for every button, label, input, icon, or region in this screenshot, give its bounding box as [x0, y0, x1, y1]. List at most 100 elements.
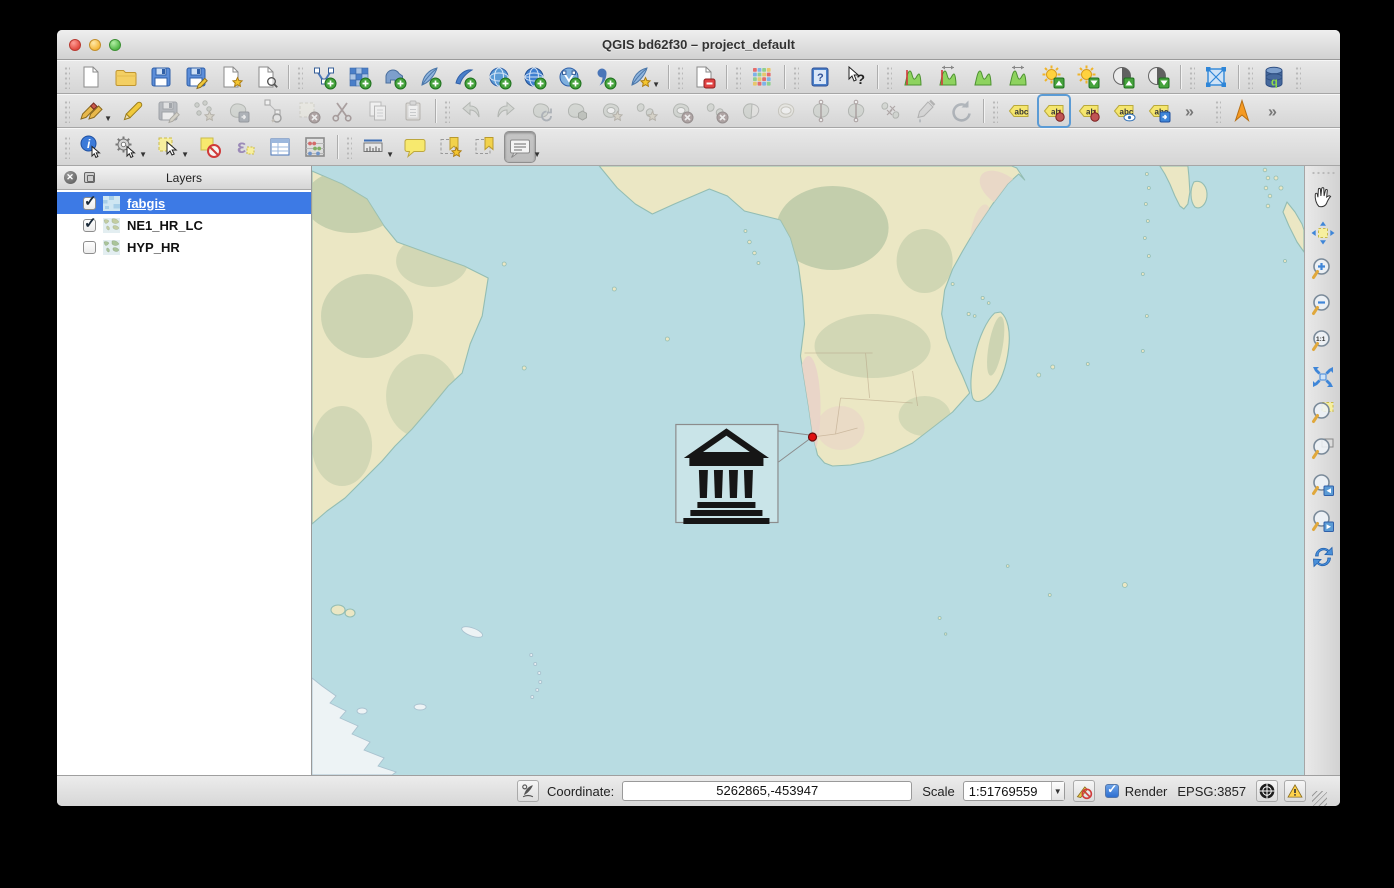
add-vector-layer-button[interactable] [309, 62, 339, 92]
db-manager-button[interactable]: q [1259, 62, 1289, 92]
label-tool-button[interactable]: abc [1004, 96, 1034, 126]
toolbar-drag-handle[interactable] [1247, 65, 1253, 89]
layer-visibility-checkbox[interactable]: ✓ [83, 219, 96, 232]
zoom-to-selection-button[interactable] [1308, 398, 1338, 428]
rotate-point-symbols-button[interactable] [946, 96, 976, 126]
toolbar-drag-handle[interactable] [444, 99, 450, 123]
pan-map-button[interactable] [1308, 182, 1338, 212]
remove-layer-button[interactable] [689, 62, 719, 92]
toolbar-drag-handle[interactable] [297, 65, 303, 89]
toolbar-drag-handle[interactable] [64, 65, 70, 89]
toolbar-drag-handle[interactable] [793, 65, 799, 89]
dropdown-arrow-icon[interactable]: ▼ [181, 151, 189, 159]
coordinate-capture-toggle-button[interactable] [517, 780, 539, 802]
decrease-brightness-button[interactable] [1073, 62, 1103, 92]
delete-part-button[interactable] [701, 96, 731, 126]
select-by-expression-button[interactable]: ε [230, 132, 260, 162]
dropdown-arrow-icon[interactable]: ▼ [139, 151, 147, 159]
zoom-native-button[interactable]: 1:1 [1308, 326, 1338, 356]
whats-this-button[interactable]: ? [840, 62, 870, 92]
zoom-last-button[interactable] [1308, 470, 1338, 500]
toolbar-overflow-button[interactable]: » [1179, 96, 1209, 126]
layer-item-NE1_HR_LC[interactable]: ✓NE1_HR_LC [57, 214, 311, 236]
paste-features-button[interactable] [398, 96, 428, 126]
layer-visibility-checkbox[interactable] [83, 241, 96, 254]
map-tips-button[interactable] [400, 132, 430, 162]
open-project-button[interactable] [111, 62, 141, 92]
toolbar-drag-handle[interactable] [346, 135, 352, 159]
map-canvas[interactable] [312, 166, 1304, 775]
add-raster-layer-button[interactable] [344, 62, 374, 92]
text-annotation-button[interactable]: ▼ [505, 132, 535, 162]
help-contents-button[interactable]: ? [805, 62, 835, 92]
add-wms-layer-button[interactable] [484, 62, 514, 92]
add-wfs-layer-button[interactable] [554, 62, 584, 92]
split-features-button[interactable] [806, 96, 836, 126]
undo-button[interactable] [456, 96, 486, 126]
toggle-editing-button[interactable] [118, 96, 148, 126]
full-histogram-stretch-button[interactable] [933, 62, 963, 92]
dropdown-arrow-icon[interactable]: ▼ [652, 81, 660, 89]
local-histogram-stretch-button[interactable] [898, 62, 928, 92]
increase-contrast-button[interactable] [1108, 62, 1138, 92]
toolbar-drag-handle[interactable] [677, 65, 683, 89]
composer-manager-button[interactable] [251, 62, 281, 92]
delete-selected-button[interactable] [293, 96, 323, 126]
identify-features-button[interactable]: i [76, 132, 106, 162]
field-calculator-button[interactable] [300, 132, 330, 162]
zoom-out-button[interactable] [1308, 290, 1338, 320]
add-spatialite-layer-button[interactable] [414, 62, 444, 92]
add-mssql-layer-button[interactable] [449, 62, 479, 92]
show-bookmarks-button[interactable] [470, 132, 500, 162]
decrease-contrast-button[interactable] [1143, 62, 1173, 92]
rotate-feature-button[interactable] [526, 96, 556, 126]
reshape-features-button[interactable] [736, 96, 766, 126]
layer-visibility-checkbox[interactable]: ✓ [83, 197, 96, 210]
crs-status-button[interactable] [1256, 780, 1278, 802]
new-bookmark-button[interactable] [435, 132, 465, 162]
toolbar-drag-handle[interactable] [992, 99, 998, 123]
add-ring-button[interactable] [596, 96, 626, 126]
delete-ring-button[interactable] [666, 96, 696, 126]
measure-button[interactable]: ▼ [358, 132, 388, 162]
add-part-button[interactable] [631, 96, 661, 126]
toolbar-drag-handle[interactable] [64, 99, 70, 123]
pan-to-selection-button[interactable] [1308, 218, 1338, 248]
topology-checker-button[interactable] [1201, 62, 1231, 92]
save-project-as-button[interactable] [181, 62, 211, 92]
dropdown-arrow-icon[interactable]: ▼ [104, 115, 112, 123]
redo-button[interactable] [491, 96, 521, 126]
zoom-full-button[interactable] [1308, 362, 1338, 392]
node-tool-button[interactable] [258, 96, 288, 126]
new-shapefile-layer-button[interactable]: ▼ [624, 62, 654, 92]
window-resize-grip[interactable] [1312, 791, 1327, 806]
close-panel-button[interactable]: ✕ [63, 171, 77, 185]
layer-visibility-grid-button[interactable] [747, 62, 777, 92]
toolbar-drag-handle[interactable] [64, 135, 70, 159]
cut-features-button[interactable] [328, 96, 358, 126]
save-project-button[interactable] [146, 62, 176, 92]
add-postgis-layer-button[interactable] [379, 62, 409, 92]
toolbar-drag-handle[interactable] [735, 65, 741, 89]
new-project-button[interactable] [76, 62, 106, 92]
layer-item-fabgis[interactable]: ✓fabgis [57, 192, 311, 214]
current-edits-button[interactable]: ▼ [76, 96, 106, 126]
deselect-all-button[interactable] [195, 132, 225, 162]
dropdown-arrow-icon[interactable]: ▼ [533, 151, 541, 159]
refresh-map-button[interactable] [1308, 542, 1338, 572]
run-feature-action-button[interactable]: ▼ [111, 132, 141, 162]
zoom-to-layer-button[interactable] [1308, 434, 1338, 464]
change-label-button[interactable]: abc [1144, 96, 1174, 126]
rotate-label-button[interactable]: ab [1074, 96, 1104, 126]
layer-item-HYP_HR[interactable]: HYP_HR [57, 236, 311, 258]
zoom-in-button[interactable] [1308, 254, 1338, 284]
minimize-window-button[interactable] [89, 39, 101, 51]
open-attribute-table-button[interactable] [265, 132, 295, 162]
scale-combobox[interactable]: 1:51769559 ▼ [963, 781, 1065, 801]
render-checkbox[interactable] [1105, 784, 1119, 798]
toolbar-overflow-2-button[interactable]: » [1262, 96, 1292, 126]
toolbar-drag-handle[interactable] [1295, 65, 1301, 89]
add-wcs-layer-button[interactable] [519, 62, 549, 92]
zoom-next-button[interactable] [1308, 506, 1338, 536]
merge-features-button[interactable] [876, 96, 906, 126]
